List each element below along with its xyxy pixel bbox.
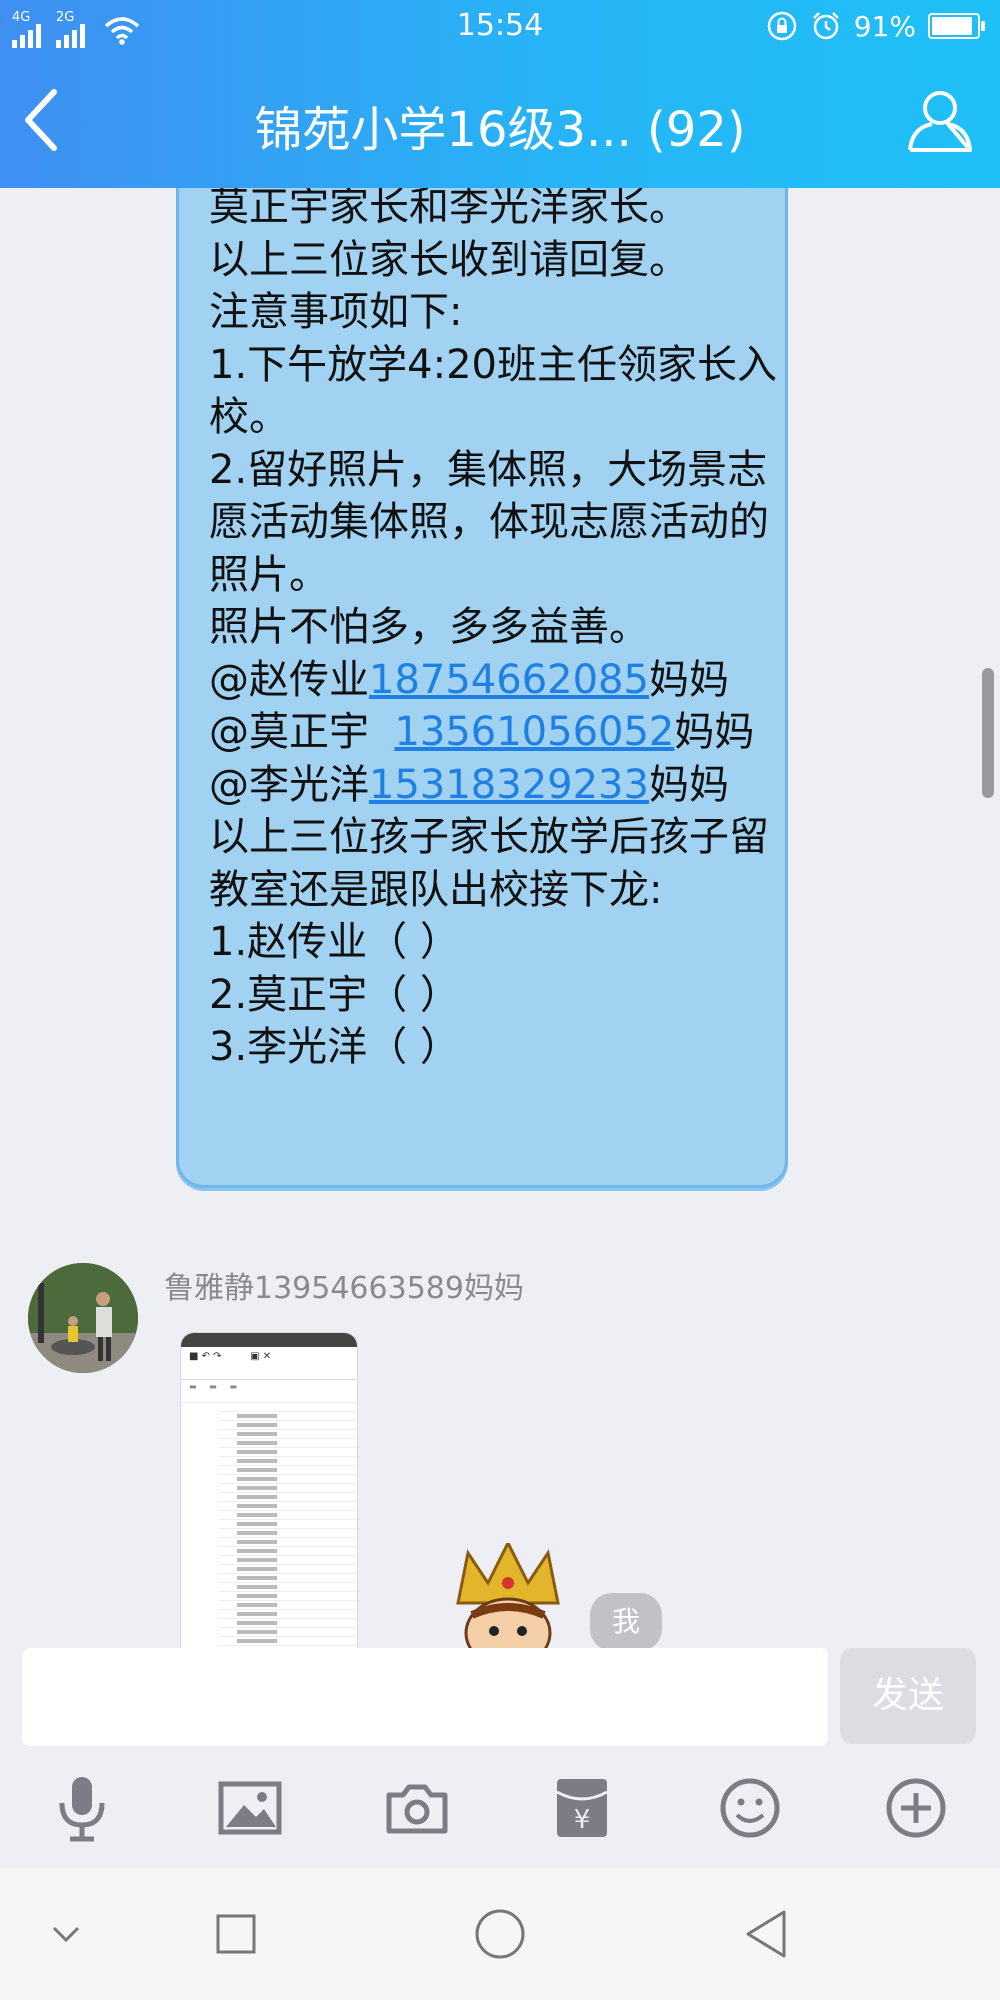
- mention: @赵传业: [209, 656, 369, 703]
- spreadsheet-row: [219, 1574, 357, 1589]
- spreadsheet-row: [219, 1466, 357, 1481]
- spreadsheet-row: [219, 1565, 357, 1580]
- sticker-icon: [448, 1539, 568, 1648]
- mention-suffix: 妈妈: [674, 709, 768, 755]
- group-members-button[interactable]: [902, 82, 978, 158]
- status-icons: 91%: [766, 6, 985, 46]
- nav-back-button[interactable]: [738, 1904, 798, 1964]
- spreadsheet-row: [219, 1637, 357, 1646]
- mention: @莫正宇: [209, 709, 395, 755]
- emoji-button[interactable]: [710, 1768, 790, 1848]
- spreadsheet-row: [219, 1475, 357, 1490]
- message-text: 莫正宇家长和李光洋家长。 以上三位家长收到请回复。 注意事项如下: 1.下午放学…: [209, 188, 779, 1074]
- spreadsheet-row: [219, 1430, 357, 1445]
- spreadsheet-row: [219, 1547, 357, 1562]
- rotation-lock-icon: [767, 11, 797, 41]
- thumbnail-statusbar: [181, 1333, 357, 1347]
- message-line: 以上三位家长收到请回复。: [209, 236, 689, 283]
- scrollbar[interactable]: [982, 668, 994, 798]
- red-packet-icon: ¥: [556, 1779, 608, 1837]
- spreadsheet-row: [219, 1601, 357, 1616]
- image-message[interactable]: ■ ↶ ↷ ▣ ✕ ▬ ▬ ▬: [180, 1332, 358, 1648]
- sender-self-label: 我: [590, 1593, 662, 1648]
- image-icon: [218, 1781, 282, 1835]
- camera-icon: [386, 1784, 448, 1834]
- avatar-photo: [28, 1263, 138, 1373]
- message-line: 注意事项如下:: [209, 289, 463, 335]
- mention-suffix: 妈妈: [648, 761, 729, 808]
- option-line: 3.李光洋（ ）: [209, 1024, 460, 1070]
- chat-area[interactable]: 莫正宇家长和李光洋家长。 以上三位家长收到请回复。 注意事项如下: 1.下午放学…: [0, 188, 1000, 1648]
- thumbnail-tabs: ▬ ▬ ▬: [181, 1380, 357, 1403]
- message-input[interactable]: [22, 1648, 828, 1746]
- spreadsheet-row: [219, 1610, 357, 1625]
- spreadsheet-row: [219, 1520, 357, 1535]
- spreadsheet-row: [219, 1484, 357, 1499]
- more-button[interactable]: [876, 1768, 956, 1848]
- mention-suffix: 妈妈: [648, 656, 729, 703]
- spreadsheet-row: [219, 1511, 357, 1526]
- emoji-icon: [720, 1778, 780, 1838]
- spreadsheet-row: [219, 1421, 357, 1436]
- message-line: 照片不怕多，多多益善。: [209, 604, 649, 650]
- chat-title: 锦苑小学16级3... (92): [254, 102, 746, 158]
- message-line: 2.留好照片，集体照，大场景志愿活动集体照，体现志愿活动的照片。: [209, 446, 769, 598]
- phone-link[interactable]: 13561056052: [394, 709, 674, 755]
- phone-link[interactable]: 18754662085: [369, 657, 649, 703]
- spreadsheet-row: [219, 1628, 357, 1643]
- person-icon: [908, 91, 972, 152]
- send-button[interactable]: 发送: [840, 1648, 976, 1744]
- spreadsheet-row: [219, 1502, 357, 1517]
- message-bubble[interactable]: 莫正宇家长和李光洋家长。 以上三位家长收到请回复。 注意事项如下: 1.下午放学…: [176, 188, 788, 1188]
- spreadsheet-row: [219, 1439, 357, 1454]
- battery-icon: [928, 13, 985, 39]
- spreadsheet-row: [219, 1403, 357, 1418]
- alarm-icon: [812, 12, 839, 40]
- spreadsheet-row: [219, 1457, 357, 1472]
- message-line: 1.下午放学4:20班主任领家长入校。: [209, 341, 777, 441]
- microphone-icon: [59, 1777, 105, 1842]
- message-question: 以上三位孩子家长放学后孩子留教室还是跟队出校接下龙:: [209, 814, 769, 913]
- thumbnail-toolbar: ■ ↶ ↷ ▣ ✕: [181, 1347, 357, 1380]
- input-area: 发送 ¥: [0, 1648, 1000, 1868]
- recents-button[interactable]: [206, 1904, 266, 1964]
- message-line: 莫正宇家长和李光洋家长。: [209, 188, 689, 230]
- system-nav-bar: [0, 1868, 1000, 2000]
- status-bar: 4G 2G 15:54 91%: [0, 0, 1000, 52]
- battery-percent: 91%: [853, 9, 916, 43]
- home-button[interactable]: [470, 1904, 530, 1964]
- collapse-button[interactable]: [36, 1904, 96, 1964]
- voice-button[interactable]: [42, 1768, 122, 1848]
- input-toolbar: ¥: [0, 1768, 1000, 1848]
- sender-name: 鲁雅静13954663589妈妈: [164, 1271, 524, 1306]
- spreadsheet-row: [219, 1556, 357, 1571]
- avatar[interactable]: [28, 1263, 138, 1373]
- option-line: 2.莫正宇（ ）: [209, 971, 460, 1018]
- spreadsheet-row: [219, 1412, 357, 1427]
- home-circle-icon: [475, 1909, 525, 1959]
- spreadsheet-row: [219, 1619, 357, 1634]
- back-triangle-icon: [746, 1910, 786, 1958]
- spreadsheet-row: [219, 1529, 357, 1544]
- spreadsheet-preview: [181, 1403, 357, 1648]
- title-bar: 4G 2G 15:54 91% 锦苑小学16级3... (92): [0, 0, 1000, 188]
- mention: @李光洋: [209, 761, 369, 808]
- red-packet-button[interactable]: ¥: [542, 1768, 622, 1848]
- option-line: 1.赵传业（ ）: [209, 919, 460, 965]
- spreadsheet-row: [219, 1493, 357, 1508]
- chevron-down-icon: [52, 1926, 80, 1943]
- svg-text:¥: ¥: [574, 1805, 591, 1835]
- phone-link[interactable]: 15318329233: [369, 762, 649, 808]
- photo-button[interactable]: [210, 1768, 290, 1848]
- spreadsheet-row: [219, 1538, 357, 1553]
- spreadsheet-row: [219, 1583, 357, 1598]
- spreadsheet-row: [219, 1592, 357, 1607]
- spreadsheet-row: [219, 1448, 357, 1463]
- camera-button[interactable]: [377, 1768, 457, 1848]
- plus-icon: [886, 1778, 946, 1838]
- recents-square-icon: [216, 1914, 256, 1954]
